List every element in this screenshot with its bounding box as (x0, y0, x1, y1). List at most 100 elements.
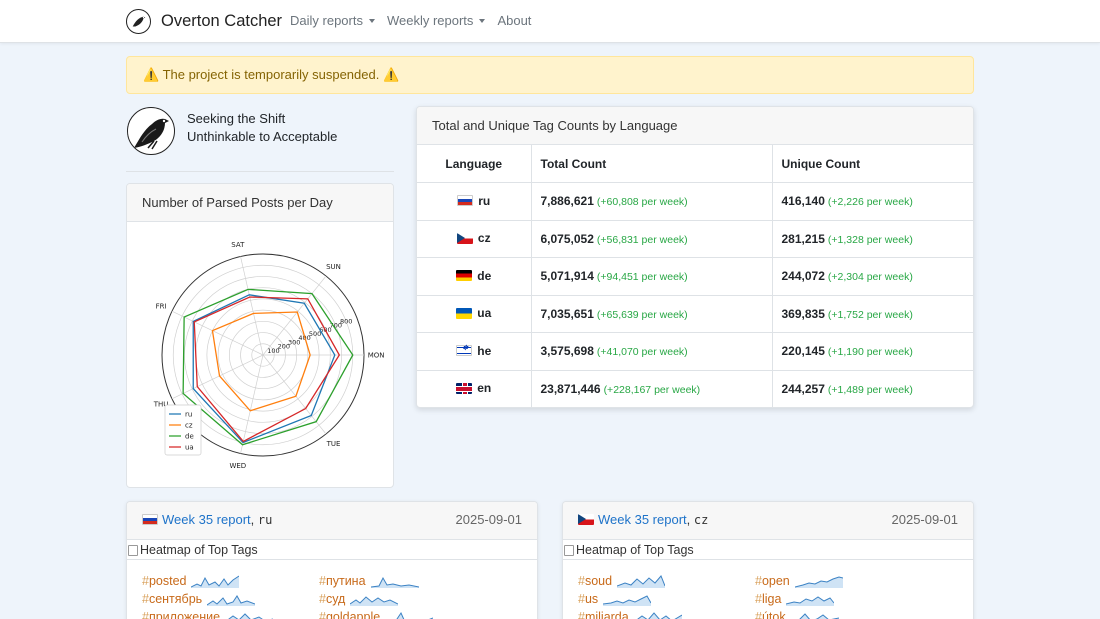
week-report-link[interactable]: Week 35 report (598, 512, 687, 527)
tag-sparkline (370, 576, 419, 588)
total-count: 7,886,621 (540, 194, 594, 209)
hash-symbol: # (755, 592, 762, 606)
posts-radar-chart: MONTUEWEDTHUFRISATSUN1002003004005006007… (153, 241, 385, 470)
column-header-unique: Unique Count (771, 145, 973, 183)
language-code: de (477, 268, 492, 283)
separator: , (250, 512, 258, 527)
unique-delta: (+2,226 per week) (827, 196, 913, 209)
tag-sparkline (228, 613, 274, 619)
tag-name: miliarda (584, 610, 629, 619)
unique-count: 369,835 (781, 306, 825, 321)
hash-symbol: # (578, 592, 585, 606)
language-code: ru (257, 513, 273, 527)
tag-item[interactable]: #us (578, 592, 652, 606)
unique-count: 244,072 (781, 269, 825, 284)
hero-line-2: Unthinkable to Acceptable (187, 129, 338, 144)
tag-name: posted (148, 574, 187, 588)
total-count: 23,871,446 (540, 381, 601, 396)
legend-label-cz: cz (185, 422, 193, 430)
broken-image-icon (128, 544, 138, 556)
nav-daily-reports-label: Daily reports (290, 13, 363, 28)
israel-flag-icon (456, 344, 473, 356)
tag-sparkline (794, 576, 843, 588)
unique-delta: (+1,190 per week) (827, 346, 913, 359)
tag-item[interactable]: #сентябрь (142, 592, 256, 606)
unique-delta: (+1,489 per week) (827, 383, 913, 396)
tag-counts-card: Total and Unique Tag Counts by Language … (416, 106, 974, 408)
radar-axis-label: MON (368, 352, 385, 360)
heatmap-alt-text: Heatmap of Top Tags (140, 543, 258, 557)
tag-item[interactable]: #приложение (142, 610, 274, 619)
nav-about[interactable]: About (497, 13, 531, 28)
brand-link[interactable]: Overton Catcher (126, 9, 282, 34)
brand-title: Overton Catcher (161, 12, 283, 30)
heatmap-alt-text: Heatmap of Top Tags (576, 543, 694, 557)
tag-item[interactable]: #goldapple (319, 610, 434, 619)
hash-symbol: # (755, 574, 762, 588)
tag-name: сентябрь (148, 592, 203, 606)
table-row: he 3,575,698(+41,070 per week) 220,145(+… (417, 332, 973, 371)
hash-symbol: # (319, 592, 326, 606)
tag-counts-table: Language Total Count Unique Count ru 7,8… (417, 145, 973, 407)
legend-label-ua: ua (185, 444, 194, 452)
report-date: 2025-09-01 (891, 512, 959, 527)
week-report-link[interactable]: Week 35 report (162, 512, 251, 527)
tag-item[interactable]: #miliarda (578, 610, 682, 619)
tag-item[interactable]: #суд (319, 592, 399, 606)
tag-name: soud (584, 574, 613, 588)
hero: Seeking the Shift Unthinkable to Accepta… (126, 106, 394, 172)
total-count: 5,071,914 (540, 269, 594, 284)
total-delta: (+228,167 per week) (603, 383, 701, 396)
tag-item[interactable]: #open (755, 574, 843, 588)
total-count: 3,575,698 (540, 344, 594, 359)
language-code: he (477, 343, 492, 358)
column-header-language: Language (417, 145, 532, 183)
hash-symbol: # (142, 592, 149, 606)
unique-delta: (+2,304 per week) (827, 271, 913, 284)
table-row: de 5,071,914 (+94,451 per week) 244,072 (+… (417, 257, 973, 296)
germany-flag-icon (456, 270, 473, 281)
czech-flag-icon (578, 514, 594, 525)
tag-name: us (584, 592, 599, 606)
legend-label-ru: ru (185, 411, 192, 419)
total-delta: (+56,831 per week) (596, 233, 688, 246)
radar-axis-label: FRI (156, 302, 167, 310)
tag-item[interactable]: #путина (319, 574, 419, 588)
tag-name: liga (761, 592, 782, 606)
radar-axis-label: SUN (326, 263, 341, 271)
hash-symbol: # (319, 574, 326, 588)
nav-weekly-reports-label: Weekly reports (386, 13, 474, 28)
tag-item[interactable]: #posted (142, 574, 240, 588)
tag-sparkline (786, 596, 835, 606)
tag-item[interactable]: #liga (755, 592, 835, 606)
tag-sparkline (798, 613, 839, 619)
weekly-report-header: Week 35 report, cz 2025-09-01 (563, 502, 973, 540)
legend-label-de: de (185, 433, 194, 441)
hash-symbol: # (755, 610, 762, 619)
tag-item[interactable]: #soud (578, 574, 666, 588)
radar-tick-label: 800 (340, 317, 352, 325)
total-delta: (+41,070 per week) (596, 346, 688, 359)
navbar: Overton Catcher Daily reports Weekly rep… (0, 0, 1100, 43)
tag-item[interactable]: #útok (755, 610, 839, 619)
posts-per-day-card: Number of Parsed Posts per Day MON TUE WED… (126, 183, 394, 488)
chevron-down-icon (479, 18, 486, 23)
tag-sparkline (636, 612, 682, 619)
language-code: cz (693, 513, 709, 527)
hash-symbol: # (578, 574, 585, 588)
language-code: ua (477, 306, 492, 320)
unique-count: 416,140 (781, 194, 825, 209)
hash-symbol: # (142, 610, 149, 619)
posts-per-day-title: Number of Parsed Posts per Day (127, 184, 393, 222)
hero-line-1: Seeking the Shift (187, 111, 286, 126)
chevron-down-icon (368, 18, 375, 23)
language-code: ru (478, 193, 491, 208)
tag-name: суд (325, 592, 346, 606)
weekly-report-card-cz: Week 35 report, cz 2025-09-01 Heatmap of… (562, 501, 974, 619)
ukraine-flag-icon (456, 307, 473, 319)
nav-daily-reports[interactable]: Daily reports (290, 13, 375, 28)
table-row: ua 7,035,651 (+65,639 per week) 369,835 (+… (417, 294, 973, 333)
tag-sparkline (603, 595, 652, 606)
nav-weekly-reports[interactable]: Weekly reports (386, 13, 486, 28)
total-delta: (+65,639 per week) (596, 308, 688, 321)
